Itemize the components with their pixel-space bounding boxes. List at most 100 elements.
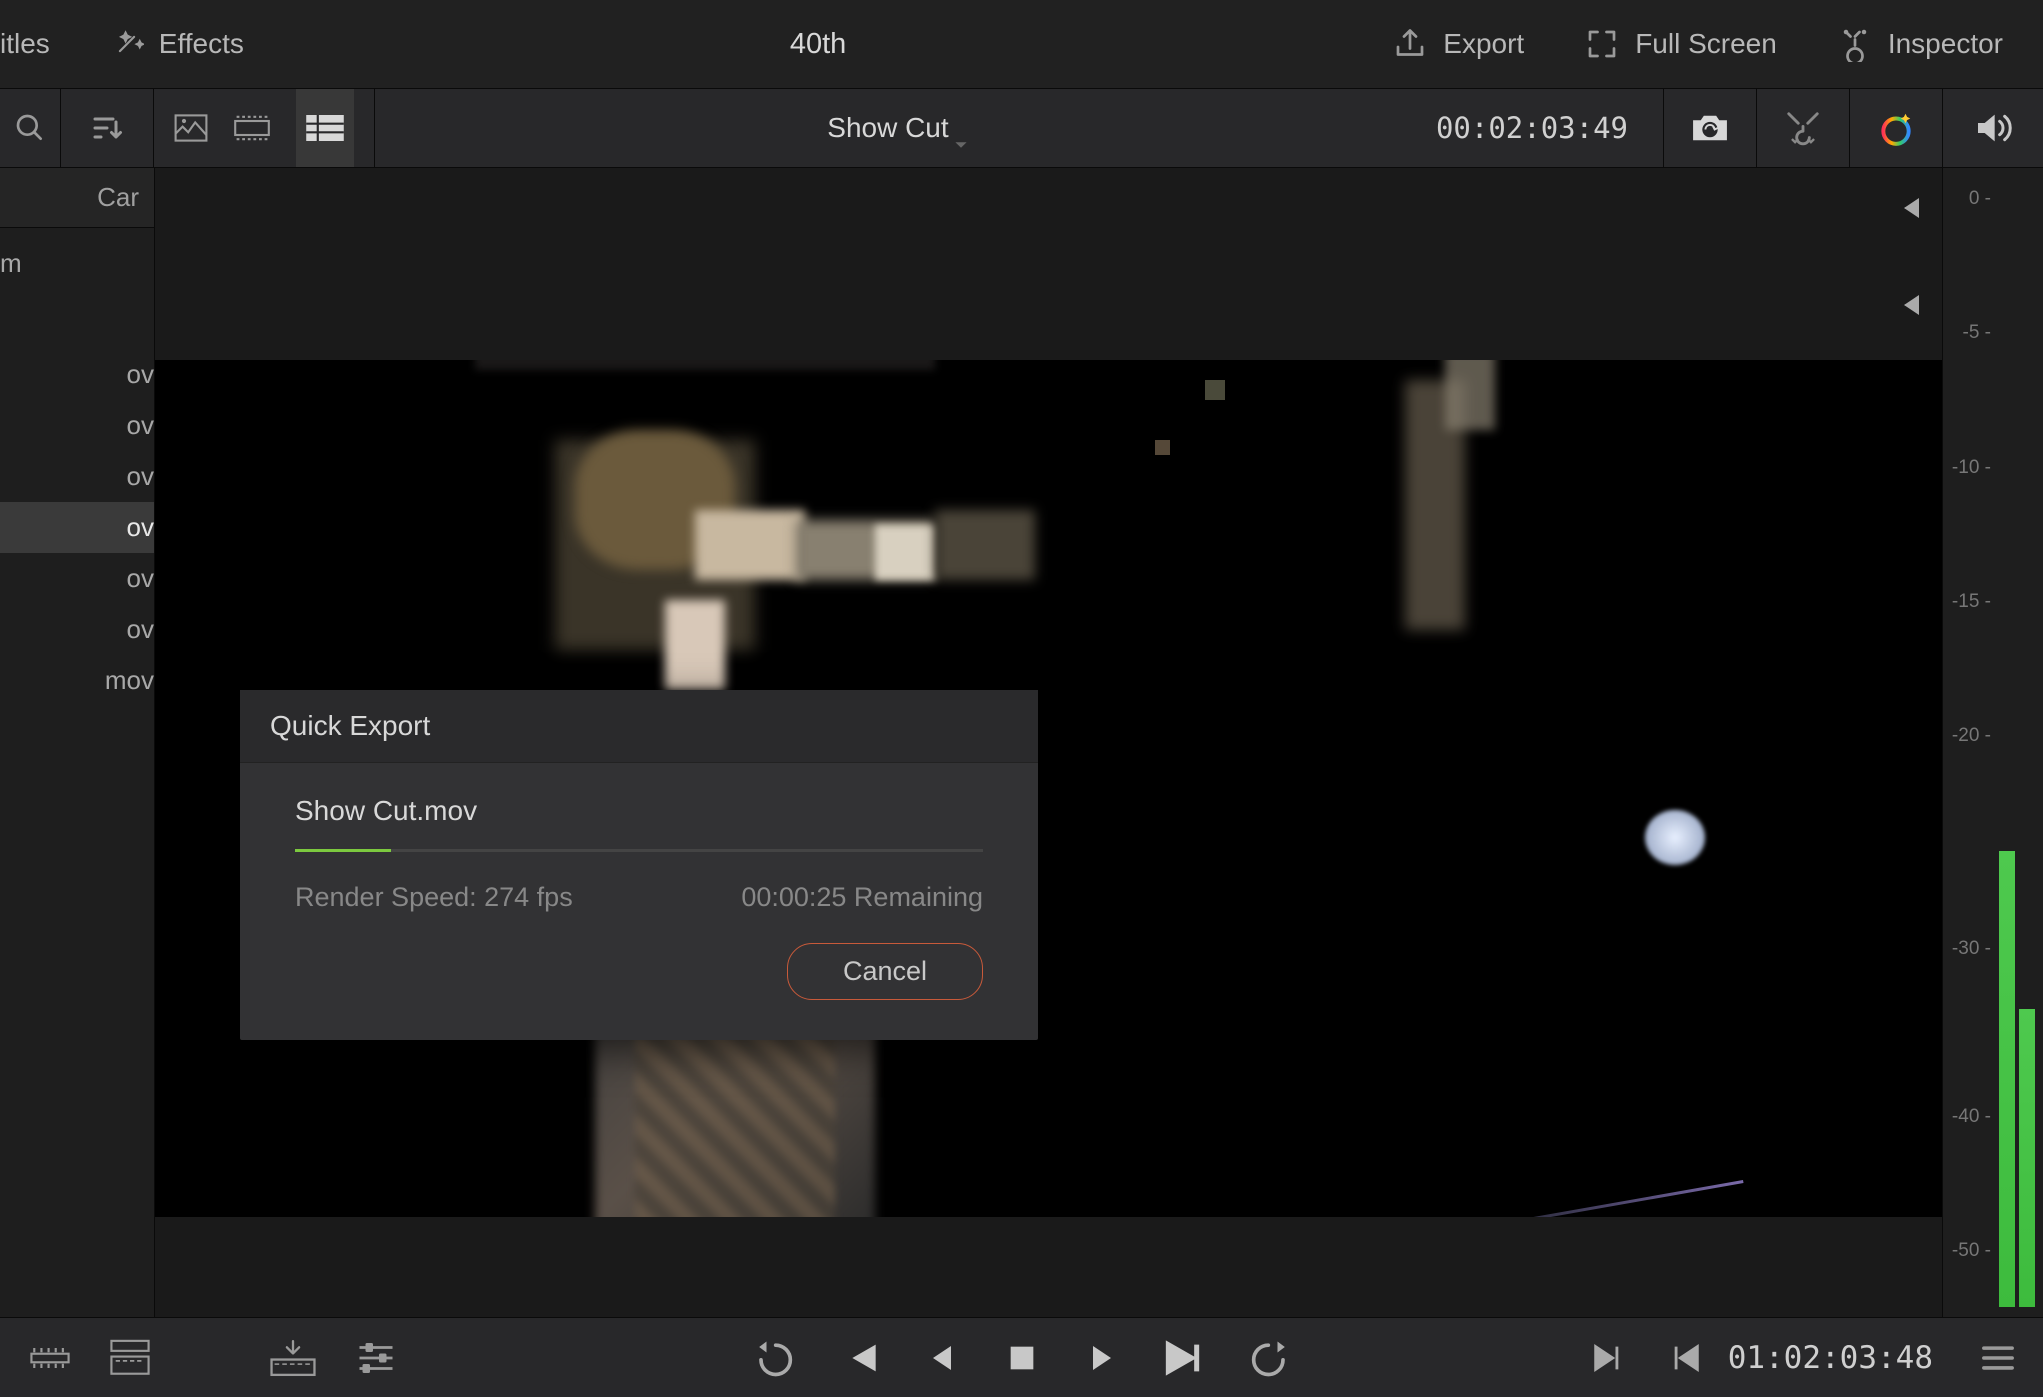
secondary-toolbar: Show Cut 00:02:03:49 xyxy=(0,89,2043,168)
meter-scale-mark: -30 - xyxy=(1952,938,1991,960)
tab-camera[interactable]: Car xyxy=(97,182,139,213)
wand-effects-icon xyxy=(110,27,144,61)
audio-meter-panel: 0 - -5 - -10 - -15 - -20 - -30 - -40 - -… xyxy=(1942,168,2043,1317)
meter-scale-mark: -5 - xyxy=(1963,322,1992,344)
jog-forward-icon xyxy=(1250,1336,1294,1380)
clip-item[interactable]: ov xyxy=(0,451,154,502)
speaker-icon xyxy=(1973,108,2013,148)
viewer-bottom-bar xyxy=(155,260,1942,360)
clip-item[interactable]: ov xyxy=(0,553,154,604)
list-view-button[interactable] xyxy=(296,89,354,167)
effects-menu-button[interactable]: Effects xyxy=(110,27,244,61)
audio-meter: 0 - -5 - -10 - -15 - -20 - -30 - -40 - -… xyxy=(1943,168,2043,1317)
timeline-toolbar: 01:02:03:48 xyxy=(0,1317,2043,1397)
fullscreen-label: Full Screen xyxy=(1635,28,1777,60)
sort-icon xyxy=(89,110,125,146)
jog-forward-button[interactable] xyxy=(1250,1336,1294,1380)
prev-edit-button[interactable] xyxy=(1669,1341,1703,1375)
clip-item[interactable]: ov xyxy=(0,349,154,400)
jog-back-icon xyxy=(750,1336,794,1380)
timeline-options-button[interactable] xyxy=(1981,1344,2015,1372)
export-progress-fill xyxy=(295,849,391,852)
goto-end-transport[interactable] xyxy=(1165,1338,1205,1378)
project-title: 40th xyxy=(790,28,846,60)
goto-start-icon xyxy=(1894,193,1924,223)
clip-item-selected[interactable]: ov xyxy=(0,502,154,553)
prev-edit-icon xyxy=(1669,1341,1703,1375)
timeline-view-button-2[interactable] xyxy=(110,1339,150,1377)
stop-icon xyxy=(1005,1341,1039,1375)
timeline-timecode[interactable]: 01:02:03:48 xyxy=(1728,1340,1933,1376)
titles-label: itles xyxy=(0,28,50,60)
hamburger-icon xyxy=(1981,1344,2015,1372)
fullscreen-menu-button[interactable]: Full Screen xyxy=(1584,26,1777,62)
goto-first-frame-button-bottom[interactable] xyxy=(1894,290,1924,320)
clip-item[interactable]: ov xyxy=(0,604,154,655)
viewer-timecode[interactable]: 00:02:03:49 xyxy=(1401,111,1663,145)
transport-controls xyxy=(750,1336,1294,1380)
goto-start-transport[interactable] xyxy=(839,1338,879,1378)
step-back-icon xyxy=(924,1340,960,1376)
meter-scale-mark: -10 - xyxy=(1952,457,1991,479)
inspector-label: Inspector xyxy=(1888,28,2003,60)
clip-header-item[interactable]: m xyxy=(0,238,154,289)
export-label: Export xyxy=(1443,28,1524,60)
media-pool-panel: Car m ov ov ov ov ov ov mov xyxy=(0,168,155,1317)
timeline-tool-button-2[interactable] xyxy=(356,1340,396,1376)
jog-back-button[interactable] xyxy=(750,1336,794,1380)
meter-scale-mark: -20 - xyxy=(1952,725,1991,747)
resolve-fx-icon xyxy=(1784,109,1822,147)
dialog-title: Quick Export xyxy=(240,690,1038,763)
inspector-icon xyxy=(1837,26,1873,62)
thumbnail-view-button[interactable] xyxy=(174,89,208,167)
meter-bar-left xyxy=(1999,851,2015,1307)
export-menu-button[interactable]: Export xyxy=(1392,26,1524,62)
timeline-view-button-1[interactable] xyxy=(30,1342,70,1374)
strip-view-button[interactable] xyxy=(233,89,271,167)
meter-scale-mark: -15 - xyxy=(1952,591,1991,613)
top-menu-bar: itles Effects 40th Export Full Screen In… xyxy=(0,0,2043,89)
skip-start-icon xyxy=(839,1338,879,1378)
stop-button[interactable] xyxy=(1005,1341,1039,1375)
render-speed-label: Render Speed: 274 fps xyxy=(295,882,573,913)
resolve-fx-button[interactable] xyxy=(1757,89,1849,167)
insert-clip-icon xyxy=(270,1338,316,1378)
next-edit-button[interactable] xyxy=(1590,1341,1624,1375)
color-fx-button[interactable] xyxy=(1850,89,1942,167)
meter-bar-right xyxy=(2019,1009,2035,1307)
viewer-top-bar xyxy=(155,168,1942,260)
clip-list: m ov ov ov ov ov ov mov xyxy=(0,228,154,706)
inspector-menu-button[interactable]: Inspector xyxy=(1837,26,2003,62)
cancel-button[interactable]: Cancel xyxy=(787,943,983,1000)
next-edit-icon xyxy=(1590,1341,1624,1375)
export-progress-bar xyxy=(295,849,983,852)
thumbnail-icon xyxy=(174,114,208,142)
speaker-button[interactable] xyxy=(1943,89,2043,167)
play-button[interactable] xyxy=(1084,1340,1120,1376)
list-icon xyxy=(306,115,344,141)
timeline-icon xyxy=(30,1342,70,1374)
strip-icon xyxy=(233,114,271,142)
clip-item[interactable]: mov xyxy=(0,655,154,706)
time-remaining-label: 00:00:25 Remaining xyxy=(741,882,983,913)
search-button[interactable] xyxy=(0,89,60,167)
meter-scale-mark: 0 - xyxy=(1969,188,1991,210)
step-back-button[interactable] xyxy=(924,1340,960,1376)
quick-export-dialog: Quick Export Show Cut.mov Render Speed: … xyxy=(240,690,1038,1040)
effects-label: Effects xyxy=(159,28,244,60)
sliders-icon xyxy=(356,1340,396,1376)
viewer-title[interactable]: Show Cut xyxy=(827,112,948,144)
search-icon xyxy=(14,112,46,144)
camera-flip-icon xyxy=(1690,110,1730,146)
timeline-tool-button-1[interactable] xyxy=(270,1338,316,1378)
color-ring-sparkle-icon xyxy=(1877,109,1915,147)
camera-flip-button[interactable] xyxy=(1664,89,1756,167)
media-pool-tabs: Car xyxy=(0,168,154,228)
stacked-timeline-icon xyxy=(110,1339,150,1377)
goto-start-icon xyxy=(1894,290,1924,320)
sort-button[interactable] xyxy=(61,89,153,167)
goto-first-frame-button[interactable] xyxy=(1894,193,1924,223)
skip-end-icon xyxy=(1165,1338,1205,1378)
clip-item[interactable]: ov xyxy=(0,400,154,451)
titles-menu-button[interactable]: itles xyxy=(0,28,50,60)
